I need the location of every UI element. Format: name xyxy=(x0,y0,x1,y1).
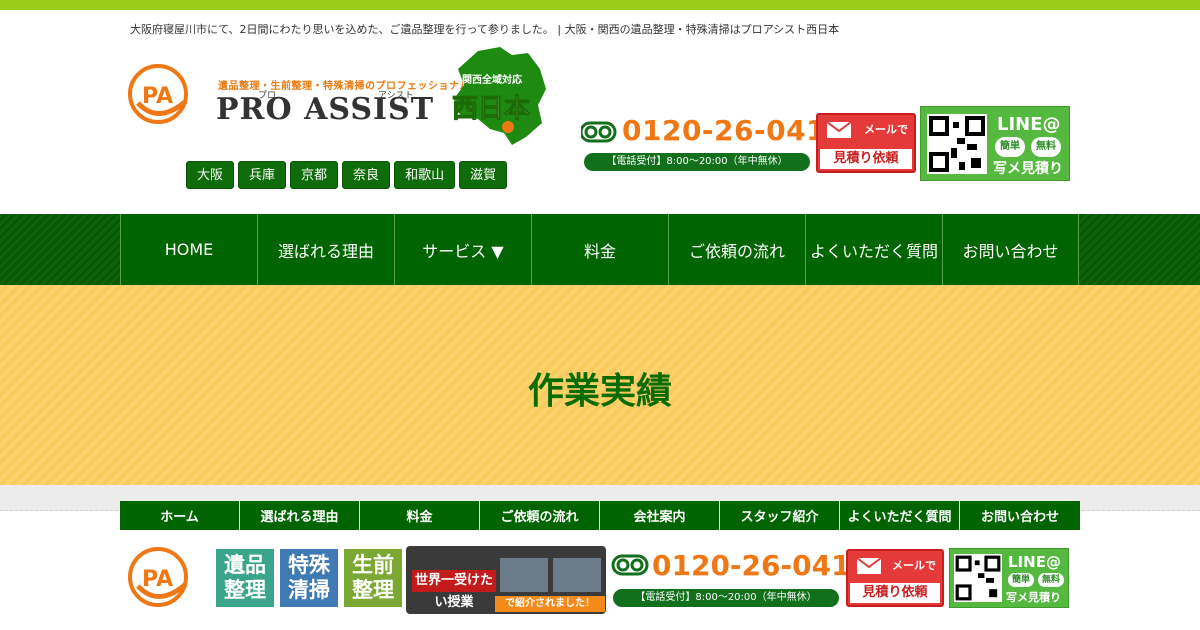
region-hyogo[interactable]: 兵庫 xyxy=(238,161,287,189)
qr-code-icon xyxy=(927,114,987,174)
footer-phone-hours: 【電話受付】8:00～20:00（年中無休） xyxy=(613,589,839,607)
footer-free-dial-icon xyxy=(611,554,649,576)
region-buttons: 大阪 兵庫 京都 奈良 和歌山 滋賀 xyxy=(186,161,508,189)
site-tagline: 大阪府寝屋川市にて、2日間にわたり思いを込めた、ご遺品整理を行って参りました。 … xyxy=(130,23,840,36)
tv-show-title: 世界一受けたい授業 xyxy=(412,570,496,610)
tile-tokushu-seisou[interactable]: 特殊清掃 xyxy=(280,549,338,607)
footer-line-bottom: 写メ見積り xyxy=(1006,591,1061,604)
line-title: LINE@ xyxy=(997,114,1061,135)
pa-logo-icon[interactable]: PA xyxy=(128,63,213,125)
subnav-flow[interactable]: ご依頼の流れ xyxy=(480,501,600,530)
map-area-label: 関西全域対応 xyxy=(462,75,522,86)
logo-subtitle: 遺品整理・生前整理・特殊清掃のプロフェッショナル xyxy=(218,81,470,92)
nav-pricing[interactable]: 料金 xyxy=(531,214,668,285)
nav-contact[interactable]: お問い合わせ xyxy=(942,214,1079,285)
footer-line-button[interactable]: LINE@ 簡単 無料 写メ見積り xyxy=(949,548,1069,608)
region-kyoto[interactable]: 京都 xyxy=(290,161,339,189)
nav-faq[interactable]: よくいただく質問 xyxy=(805,214,942,285)
subnav-contact[interactable]: お問い合わせ xyxy=(960,501,1080,530)
footer-qr-code-icon xyxy=(954,554,1002,602)
footer-mail-bottom: 見積り依頼 xyxy=(850,583,940,603)
line-bottom-label: 写メ見積り xyxy=(993,161,1063,177)
svg-text:PA: PA xyxy=(142,567,173,592)
nav-reasons[interactable]: 選ばれる理由 xyxy=(257,214,394,285)
top-accent-bar xyxy=(0,0,1200,10)
footer-phone-number[interactable]: 0120-26-0410 xyxy=(652,549,870,582)
tile-tokushu-label: 特殊清掃 xyxy=(288,553,330,602)
tile-seizen-seiri[interactable]: 生前整理 xyxy=(344,549,402,607)
footer-line-tag-easy: 簡単 xyxy=(1008,573,1034,587)
phone-hours: 【電話受付】8:00～20:00（年中無休） xyxy=(584,153,810,171)
footer-line-title: LINE@ xyxy=(1008,553,1061,571)
subnav-faq[interactable]: よくいただく質問 xyxy=(840,501,960,530)
main-nav-bar: HOME 選ばれる理由 サービス ▼ 料金 ご依頼の流れ よくいただく質問 お問… xyxy=(0,214,1200,285)
footer-mail-top: メールで xyxy=(892,559,936,572)
sub-nav: ホーム 選ばれる理由 料金 ご依頼の流れ 会社案内 スタッフ紹介 よくいただく質… xyxy=(120,501,1080,530)
region-nara[interactable]: 奈良 xyxy=(342,161,391,189)
nav-home[interactable]: HOME xyxy=(120,214,257,285)
footer-mail-button[interactable]: メールで 見積り依頼 xyxy=(846,549,944,607)
region-shiga[interactable]: 滋賀 xyxy=(459,161,508,189)
tile-seizen-label: 生前整理 xyxy=(352,553,394,602)
tv-feature-note: で紹介されました！ xyxy=(495,596,605,612)
tv-photo-1 xyxy=(500,558,548,592)
logo-name[interactable]: PRO ASSIST xyxy=(216,92,434,127)
page-title: 作業実績 xyxy=(527,371,672,412)
tile-ihin-label: 遺品整理 xyxy=(224,553,266,602)
nav-services[interactable]: サービス ▼ xyxy=(394,214,531,285)
tile-ihin-seiri[interactable]: 遺品整理 xyxy=(216,549,274,607)
line-tag-easy: 簡単 xyxy=(995,137,1025,157)
footer-line-tag-free: 無料 xyxy=(1038,573,1064,587)
line-tag-free: 無料 xyxy=(1031,137,1061,157)
region-wakayama[interactable]: 和歌山 xyxy=(394,161,456,189)
svg-text:PA: PA xyxy=(142,84,173,109)
footer-pa-logo-icon[interactable]: PA xyxy=(128,546,213,608)
tv-photo-2 xyxy=(553,558,601,592)
subnav-company[interactable]: 会社案内 xyxy=(600,501,720,530)
map-region-label: 西日本 xyxy=(451,94,531,125)
nav-flow[interactable]: ご依頼の流れ xyxy=(668,214,805,285)
mail-button-top: メールで xyxy=(864,123,908,136)
phone-number[interactable]: 0120-26-0410 xyxy=(622,114,846,147)
mail-estimate-button[interactable]: メールで 見積り依頼 xyxy=(816,113,916,173)
subnav-reasons[interactable]: 選ばれる理由 xyxy=(240,501,360,530)
subnav-home[interactable]: ホーム xyxy=(120,501,240,530)
subnav-staff[interactable]: スタッフ紹介 xyxy=(720,501,840,530)
mail-button-bottom: 見積り依頼 xyxy=(820,149,912,169)
subnav-pricing[interactable]: 料金 xyxy=(360,501,480,530)
region-osaka[interactable]: 大阪 xyxy=(186,161,235,189)
main-nav: HOME 選ばれる理由 サービス ▼ 料金 ご依頼の流れ よくいただく質問 お問… xyxy=(120,214,1079,285)
line-estimate-button[interactable]: LINE@ 簡単 無料 写メ見積り xyxy=(920,106,1070,181)
